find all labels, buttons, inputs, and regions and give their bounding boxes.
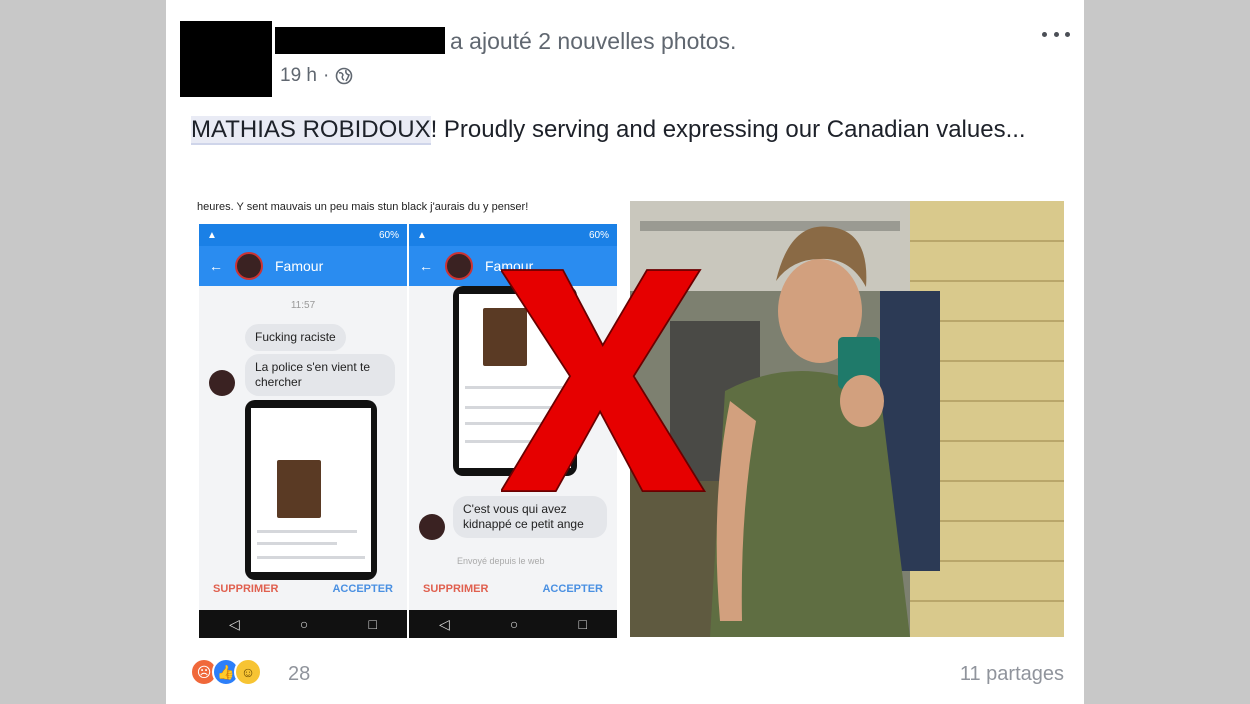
post-card: a ajouté 2 nouvelles photos. 19 h · MATH…	[166, 0, 1084, 704]
messenger-app-bar: ← Famour	[199, 246, 407, 286]
x-cross-icon	[501, 269, 707, 493]
android-nav-bar: ◁ ○ □	[409, 610, 617, 638]
accept-button[interactable]: ACCEPTER	[542, 583, 603, 595]
profile-avatar-redacted[interactable]	[180, 21, 272, 97]
sender-avatar	[209, 370, 235, 396]
post-action-text: a ajouté 2 nouvelles photos.	[450, 28, 737, 54]
contact-name: Famour	[275, 258, 324, 274]
android-nav-bar: ◁ ○ □	[199, 610, 407, 638]
request-actions: SUPPRIMER ACCEPTER	[409, 574, 617, 604]
message-time: 11:57	[290, 300, 316, 311]
status-bar: ▲ 60%	[409, 224, 617, 246]
message-bubble: La police s'en vient te chercher	[245, 354, 395, 396]
request-actions: SUPPRIMER ACCEPTER	[199, 574, 407, 604]
reaction-icons[interactable]: ☹ 👍 ☺	[190, 658, 262, 686]
child-photo	[277, 460, 321, 518]
post-text: MATHIAS ROBIDOUX! Proudly serving and ex…	[191, 112, 1051, 148]
status-bar: ▲ 60%	[199, 224, 407, 246]
back-arrow-icon: ←	[419, 258, 433, 274]
delete-button[interactable]: SUPPRIMER	[213, 583, 278, 595]
shares-count[interactable]: 11 partages	[960, 663, 1064, 686]
screenshot-header-text: heures. Y sent mauvais un peu mais stun …	[197, 201, 529, 213]
message-bubble: Fucking raciste	[245, 324, 346, 351]
post-timestamp[interactable]: 19 h	[280, 65, 317, 87]
meta-separator: ·	[322, 65, 330, 86]
delete-button[interactable]: SUPPRIMER	[423, 583, 488, 595]
contact-avatar	[235, 252, 263, 280]
post-text-rest: ! Proudly serving and expressing our Can…	[430, 116, 1026, 143]
mention-link[interactable]: MATHIAS ROBIDOUX	[191, 116, 431, 145]
contact-avatar	[445, 252, 473, 280]
reaction-count[interactable]: 28	[288, 663, 310, 686]
seen-status: Envoyé depuis le web	[457, 556, 545, 566]
more-options-icon[interactable]	[1042, 24, 1070, 44]
accept-button[interactable]: ACCEPTER	[332, 583, 393, 595]
sender-avatar	[419, 514, 445, 540]
globe-icon	[336, 67, 353, 85]
phone-screen-left: ▲ 60% ← Famour 11:57 Fucking raciste La p…	[199, 224, 407, 638]
profile-name-redacted[interactable]	[275, 27, 445, 54]
shared-screenshot	[245, 400, 377, 580]
haha-reaction-icon: ☺	[234, 658, 262, 686]
back-arrow-icon: ←	[209, 258, 223, 274]
post-meta: 19 h ·	[280, 65, 353, 87]
